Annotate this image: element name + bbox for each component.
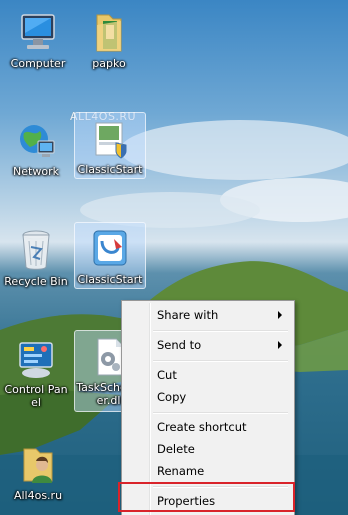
menu-item-cut[interactable]: Cut bbox=[124, 365, 290, 385]
menu-separator bbox=[153, 360, 288, 362]
user-folder-icon bbox=[23, 448, 53, 483]
menu-separator bbox=[153, 412, 288, 414]
desktop-icon-papko[interactable]: papko bbox=[73, 6, 145, 73]
menu-item-label: Delete bbox=[157, 442, 195, 456]
submenu-arrow-icon bbox=[278, 341, 282, 349]
menu-item-label: Share with bbox=[157, 308, 219, 322]
icon-label: Computer bbox=[10, 57, 66, 70]
desktop-icon-computer[interactable]: Computer bbox=[2, 6, 74, 73]
desktop-icon-network[interactable]: Network bbox=[0, 114, 72, 181]
menu-item-rename[interactable]: Rename bbox=[124, 461, 290, 481]
menu-item-create-shortcut[interactable]: Create shortcut bbox=[124, 417, 290, 437]
icon-label: Recycle Bin bbox=[4, 275, 68, 288]
control-panel-icon bbox=[19, 342, 53, 378]
menu-item-label: Copy bbox=[157, 390, 187, 404]
menu-item-label: Cut bbox=[157, 368, 177, 382]
folder-icon bbox=[96, 14, 122, 52]
recycle-bin-icon bbox=[22, 230, 50, 270]
desktop-icon-classicstart-2[interactable]: ClassicStart bbox=[74, 222, 146, 289]
menu-item-label: Create shortcut bbox=[157, 420, 247, 434]
icon-label: Control Panel bbox=[4, 383, 68, 409]
menu-item-delete[interactable]: Delete bbox=[124, 439, 290, 459]
network-icon bbox=[20, 125, 55, 157]
submenu-arrow-icon bbox=[278, 311, 282, 319]
menu-item-share-with[interactable]: Share with bbox=[124, 305, 290, 325]
icon-label: ClassicStart bbox=[77, 163, 143, 176]
properties-highlight-frame bbox=[118, 482, 295, 512]
desktop-icon-recycle-bin[interactable]: Recycle Bin bbox=[0, 222, 72, 291]
menu-item-label: Rename bbox=[157, 464, 205, 478]
icon-label: papko bbox=[92, 57, 126, 70]
computer-icon bbox=[21, 14, 55, 49]
menu-separator bbox=[153, 330, 288, 332]
classicstart-icon bbox=[93, 230, 127, 266]
menu-item-label: Send to bbox=[157, 338, 202, 352]
desktop-icon-classicstart-1[interactable]: ClassicStart bbox=[74, 112, 146, 179]
desktop[interactable]: ALL4OS.RU Computer papko Network Classic… bbox=[0, 0, 348, 515]
icon-label: Network bbox=[13, 165, 59, 178]
icon-label: All4os.ru bbox=[13, 489, 63, 502]
menu-item-copy[interactable]: Copy bbox=[124, 387, 290, 407]
desktop-icon-all4os[interactable]: All4os.ru bbox=[2, 436, 74, 505]
desktop-icon-control-panel[interactable]: Control Panel bbox=[0, 332, 72, 412]
classicstart-shield-icon bbox=[95, 122, 127, 159]
menu-item-send-to[interactable]: Send to bbox=[124, 335, 290, 355]
icon-label: ClassicStart bbox=[77, 273, 143, 286]
